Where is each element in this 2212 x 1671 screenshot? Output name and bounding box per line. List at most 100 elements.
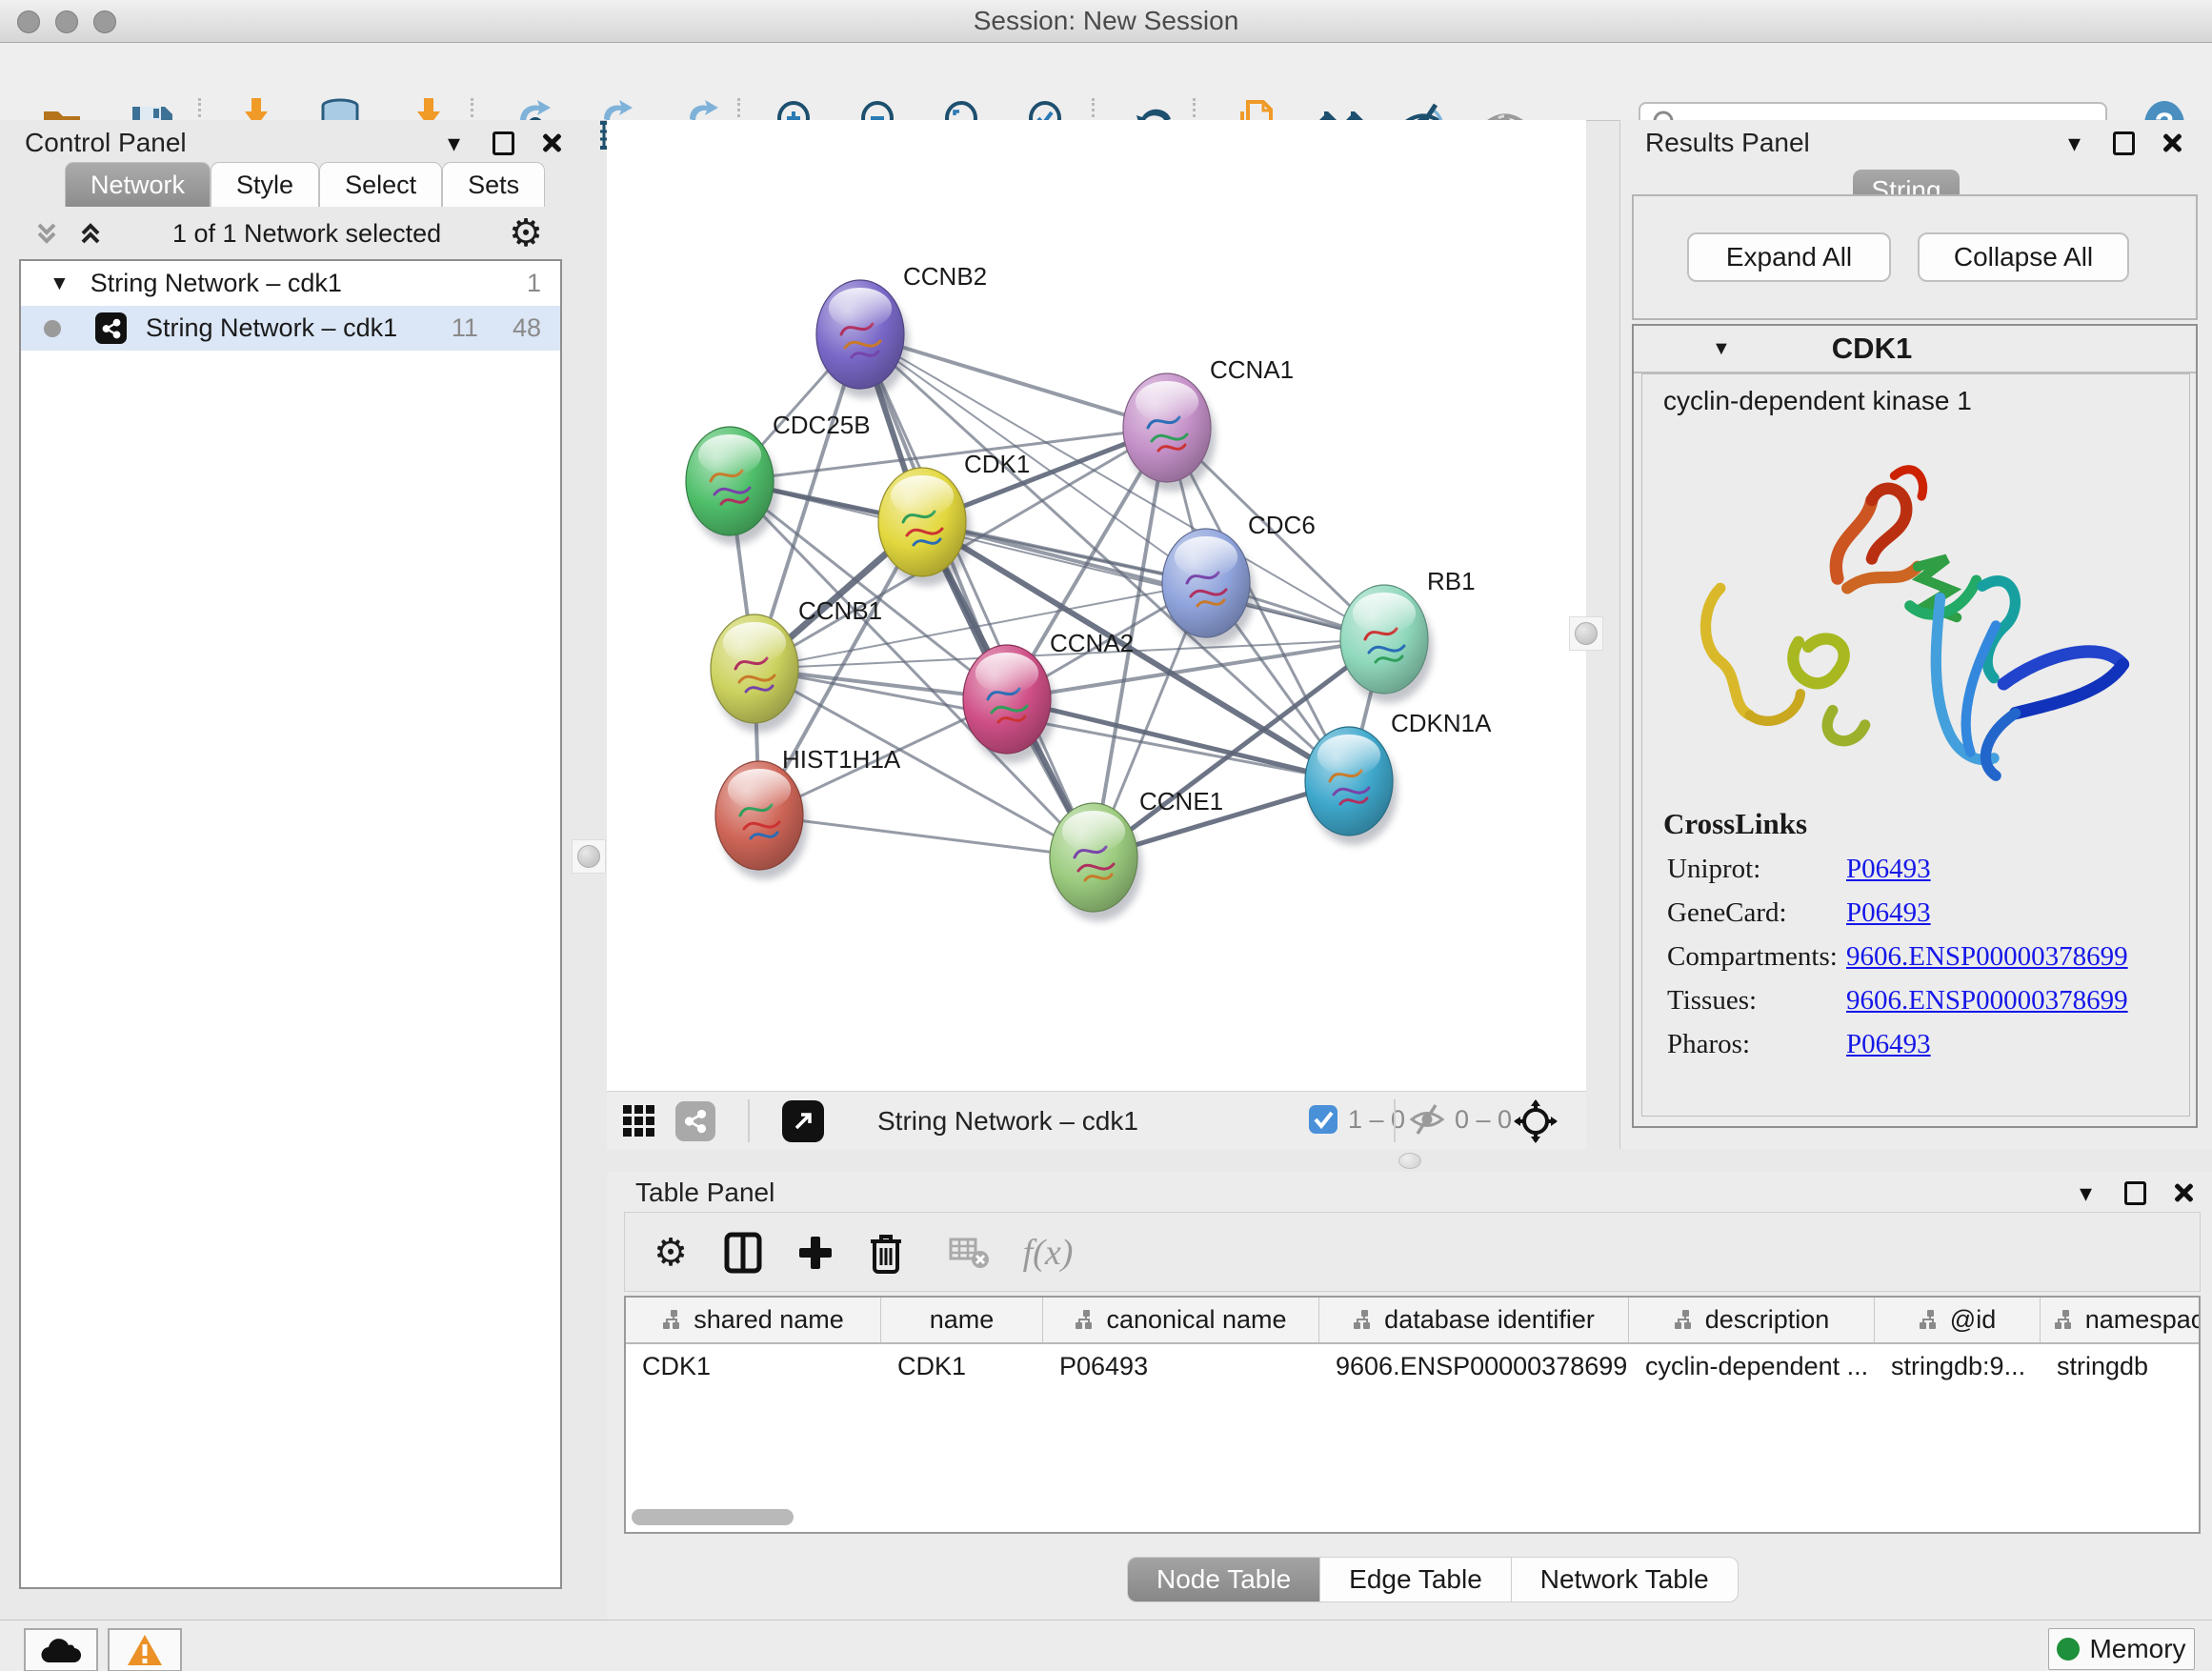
- network-collection-row[interactable]: ▼ String Network – cdk1 1: [21, 261, 560, 306]
- table-tabs: Node Table Edge Table Network Table: [1127, 1557, 1739, 1602]
- selection-checkbox-icon[interactable]: [1308, 1104, 1338, 1135]
- table-panel-float-icon[interactable]: [2124, 1181, 2146, 1205]
- network-row[interactable]: String Network – cdk1 11 48: [21, 306, 560, 351]
- window-zoom-button[interactable]: [93, 10, 116, 33]
- expand-all-button[interactable]: Expand All: [1687, 232, 1891, 282]
- table-panel-menu-caret-icon[interactable]: ▾: [2080, 1178, 2092, 1208]
- memory-label: Memory: [2089, 1634, 2185, 1664]
- window-close-button[interactable]: [17, 10, 40, 33]
- gene-header[interactable]: ▼ CDK1: [1634, 326, 2196, 373]
- function-builder-button-disabled[interactable]: f(x): [1010, 1228, 1086, 1278]
- cloud-button[interactable]: [24, 1628, 98, 1671]
- table-panel-title: Table Panel: [635, 1178, 774, 1208]
- results-entry-panel: ▼ CDK1 cyclin-dependent kinase 1: [1632, 324, 2198, 1128]
- table-row[interactable]: CDK1 CDK1 P06493 9606.ENSP00000378699 cy…: [626, 1344, 2199, 1389]
- warnings-button[interactable]: [108, 1628, 182, 1671]
- fit-selected-crosshair-icon[interactable]: [1514, 1099, 1558, 1143]
- graph-node-rb1[interactable]: RB1: [1340, 567, 1476, 703]
- results-panel: Results Panel ▾ String Expand All Collap…: [1619, 120, 2212, 1149]
- delete-column-button[interactable]: [861, 1228, 911, 1278]
- column-type-icon: [1353, 1309, 1376, 1332]
- tab-style[interactable]: Style: [211, 162, 319, 207]
- crosslink-link[interactable]: P06493: [1846, 854, 1931, 885]
- cell-namespace[interactable]: stringdb: [2041, 1344, 2201, 1389]
- network-canvas[interactable]: CCNB2CCNA1CDC25BCDK1CDC6RB1CCNB1CCNA2CDK…: [607, 120, 1586, 1091]
- gene-details: cyclin-dependent kinase 1: [1641, 373, 2190, 1117]
- expand-all-icon[interactable]: [76, 219, 105, 248]
- cloud-icon: [40, 1636, 82, 1664]
- network-options-gear-icon[interactable]: ⚙: [509, 214, 543, 252]
- graph-node-ccna1[interactable]: CCNA1: [1123, 355, 1294, 492]
- graph-node-hist1h1a[interactable]: HIST1H1A: [715, 745, 901, 879]
- cell-canonical-name[interactable]: P06493: [1043, 1344, 1319, 1389]
- table-panel-close-icon[interactable]: [2173, 1182, 2194, 1203]
- memory-status-dot-icon: [2057, 1638, 2080, 1661]
- column-header-id[interactable]: @id: [1875, 1298, 2041, 1342]
- graph-node-ccnb2[interactable]: CCNB2: [816, 262, 987, 398]
- crosslink-row: Tissues: 9606.ENSP00000378699: [1642, 978, 2189, 1022]
- column-header-database-identifier[interactable]: database identifier: [1319, 1298, 1629, 1342]
- collection-count: 1: [527, 269, 541, 298]
- node-label-cdc6: CDC6: [1248, 511, 1316, 539]
- detach-view-icon[interactable]: [782, 1100, 824, 1142]
- crosslink-label: GeneCard:: [1642, 897, 1846, 929]
- tab-edge-table[interactable]: Edge Table: [1320, 1558, 1512, 1601]
- table-options-button[interactable]: ⚙: [646, 1228, 695, 1278]
- memory-button[interactable]: Memory: [2048, 1628, 2195, 1670]
- cell-description[interactable]: cyclin-dependent ...: [1629, 1344, 1875, 1389]
- gene-collapse-caret-icon[interactable]: ▼: [1712, 338, 1731, 360]
- node-label-cdk1: CDK1: [964, 450, 1030, 478]
- collapse-all-icon[interactable]: [32, 219, 61, 248]
- cell-shared-name[interactable]: CDK1: [626, 1344, 881, 1389]
- horizontal-splitter-handle[interactable]: [1398, 1153, 1421, 1169]
- column-header-canonical-name[interactable]: canonical name: [1043, 1298, 1319, 1342]
- collection-caret-icon[interactable]: ▼: [50, 272, 70, 295]
- main-toolbar: ?: [0, 43, 2212, 121]
- results-panel-float-icon[interactable]: [2113, 131, 2135, 155]
- crosslink-label: Uniprot:: [1642, 854, 1846, 885]
- control-panel-close-icon[interactable]: [541, 132, 562, 153]
- create-column-button[interactable]: [791, 1228, 840, 1278]
- tab-sets[interactable]: Sets: [442, 162, 545, 207]
- cell-id[interactable]: stringdb:9...: [1875, 1344, 2041, 1389]
- node-table: shared name name canonical name database…: [624, 1296, 2201, 1534]
- table-horizontal-scrollbar[interactable]: [632, 1509, 794, 1525]
- collapse-all-button[interactable]: Collapse All: [1918, 232, 2129, 282]
- crosslink-link[interactable]: 9606.ENSP00000378699: [1846, 985, 2128, 1017]
- left-splitter-handle[interactable]: [572, 839, 606, 874]
- right-splitter-handle[interactable]: [1569, 616, 1603, 651]
- graph-node-cdk1[interactable]: CDK1: [878, 450, 1030, 586]
- grid-view-icon[interactable]: [622, 1104, 656, 1138]
- crosslink-link[interactable]: P06493: [1846, 897, 1931, 929]
- results-panel-close-icon[interactable]: [2162, 132, 2182, 153]
- tab-network[interactable]: Network: [65, 162, 211, 207]
- column-header-namespace[interactable]: namespace: [2041, 1298, 2201, 1342]
- horizontal-splitter[interactable]: [607, 1149, 2212, 1172]
- column-header-name[interactable]: name: [881, 1298, 1043, 1342]
- column-header-description[interactable]: description: [1629, 1298, 1875, 1342]
- graph-node-cdkn1a[interactable]: CDKN1A: [1305, 709, 1492, 845]
- delete-table-button-disabled[interactable]: [945, 1228, 995, 1278]
- graph-node-ccne1[interactable]: CCNE1: [1050, 787, 1223, 921]
- tab-node-table[interactable]: Node Table: [1128, 1558, 1320, 1601]
- results-panel-menu-caret-icon[interactable]: ▾: [2068, 129, 2081, 158]
- trash-icon: [869, 1232, 903, 1274]
- network-birdseye-icon[interactable]: [675, 1101, 715, 1141]
- show-columns-button[interactable]: [718, 1228, 768, 1278]
- crosslink-link[interactable]: P06493: [1846, 1029, 1931, 1060]
- node-label-rb1: RB1: [1427, 567, 1476, 595]
- table-header-row: shared name name canonical name database…: [626, 1298, 2199, 1344]
- window-minimize-button[interactable]: [55, 10, 78, 33]
- column-header-shared-name[interactable]: shared name: [626, 1298, 881, 1342]
- graph-node-cdc25b[interactable]: CDC25B: [686, 411, 871, 545]
- tab-network-table[interactable]: Network Table: [1512, 1558, 1738, 1601]
- control-panel-float-icon[interactable]: [493, 131, 514, 155]
- selection-count: 1 – 0: [1348, 1105, 1405, 1135]
- cell-name[interactable]: CDK1: [881, 1344, 1043, 1389]
- tab-select[interactable]: Select: [319, 162, 442, 207]
- control-panel-menu-caret-icon[interactable]: ▾: [448, 129, 460, 158]
- network-graph[interactable]: CCNB2CCNA1CDC25BCDK1CDC6RB1CCNB1CCNA2CDK…: [607, 120, 1586, 1091]
- crosslink-link[interactable]: 9606.ENSP00000378699: [1846, 941, 2128, 973]
- graph-node-cdc6[interactable]: CDC6: [1162, 511, 1316, 647]
- cell-database-identifier[interactable]: 9606.ENSP00000378699: [1319, 1344, 1629, 1389]
